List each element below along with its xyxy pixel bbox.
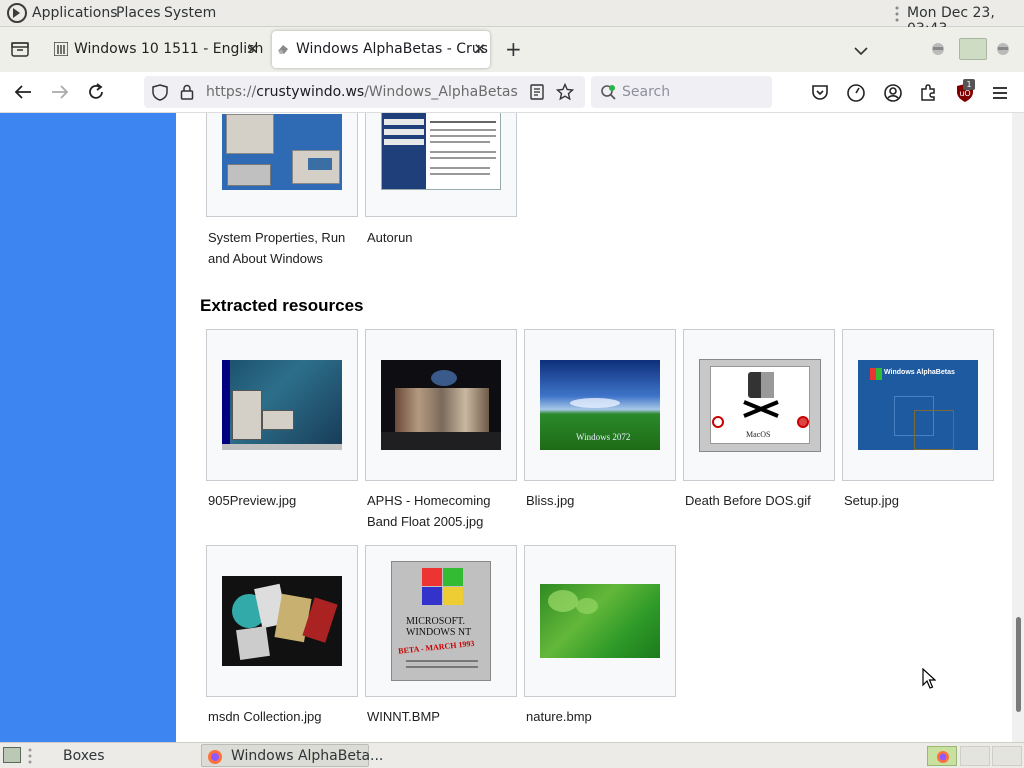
section-heading: Extracted resources [200, 296, 364, 315]
tab-title: Windows AlphaBetas - Crus [296, 41, 488, 57]
url-text[interactable]: https://crustywindo.ws/Windows_AlphaBeta… [206, 84, 518, 100]
window-control-icon[interactable] [930, 41, 946, 60]
gallery-caption: Autorun [367, 230, 413, 245]
setup-overlay-text: Windows AlphaBetas [884, 369, 955, 376]
tab-strip: Windows 10 1511 - English/F ✕ Windows Al… [0, 27, 1024, 72]
scrollbar-thumb[interactable] [1016, 617, 1021, 712]
msdn-collection-photo [222, 576, 342, 666]
ublock-badge-count: 1 [963, 79, 975, 90]
gallery-caption: nature.bmp [526, 709, 592, 724]
bottom-taskbar: Boxes Windows AlphaBeta... [0, 742, 1024, 768]
crustywindows-favicon-icon [278, 45, 288, 54]
bliss-overlay-text: Windows 2072 [576, 432, 631, 442]
workspace-switcher[interactable] [992, 746, 1022, 766]
left-sidebar-panel [0, 113, 176, 742]
gallery-caption: System Properties, Run and About Windows [208, 230, 346, 266]
gallery-thumb-autorun[interactable] [365, 113, 517, 217]
gallery-thumb-905preview[interactable] [206, 329, 358, 481]
bookmark-star-icon[interactable] [555, 82, 575, 105]
panel-handle-icon [895, 6, 899, 22]
lock-icon[interactable] [180, 84, 194, 104]
nature-image [540, 584, 660, 658]
autorun-screenshot [381, 113, 501, 190]
page-content[interactable]: System Properties, Run and About Windows… [0, 113, 1024, 742]
905preview-image [222, 360, 342, 450]
tab-windows-alphabetas[interactable]: Windows AlphaBetas - Crus ✕ [272, 31, 490, 68]
winnt-overlay-line: MICROSOFT. [406, 616, 465, 627]
navigation-toolbar: https://crustywindo.ws/Windows_AlphaBeta… [0, 72, 1024, 113]
winnt-overlay-line: WINDOWS NT [406, 627, 472, 638]
system-top-bar: Applications Places System Mon Dec 23, 0… [0, 0, 1024, 37]
winnt-overlay-line: BETA - MARCH 1993 [397, 638, 475, 656]
workspace-switcher[interactable] [960, 746, 990, 766]
firefox-icon [208, 750, 222, 764]
gallery-caption: Death Before DOS.gif [685, 493, 811, 508]
svg-text:uO: uO [959, 89, 970, 98]
system-properties-screenshot [222, 114, 342, 190]
tab-windows-10-1511[interactable]: Windows 10 1511 - English/F ✕ [50, 31, 263, 68]
gallery-thumb-bliss[interactable]: Windows 2072 [524, 329, 676, 481]
gallery-thumb-winnt-bmp[interactable]: MICROSOFT. WINDOWS NT BETA - MARCH 1993 [365, 545, 517, 697]
places-menu[interactable]: Places [116, 5, 161, 21]
extensions-puzzle-icon[interactable] [919, 83, 937, 105]
forward-icon[interactable] [51, 84, 69, 104]
reload-icon[interactable] [87, 83, 105, 105]
gallery-caption: APHS - Homecoming Band Float 2005.jpg [367, 493, 491, 529]
window-control-icon[interactable] [995, 41, 1011, 60]
firefox-icon [937, 751, 949, 763]
close-tab-icon[interactable]: ✕ [246, 31, 259, 68]
pocket-icon[interactable] [811, 84, 829, 105]
taskbar-item-firefox[interactable]: Windows AlphaBeta... [201, 744, 383, 767]
taskbar-item-label: Windows AlphaBeta... [231, 748, 384, 764]
workspace-switcher-active[interactable] [927, 746, 957, 766]
panel-handle-icon [28, 748, 32, 768]
tab-title: Windows 10 1511 - English/F [74, 41, 263, 57]
hamburger-menu-icon[interactable] [992, 85, 1008, 104]
death-before-dos-image: MacOS [699, 359, 821, 452]
mate-logo-icon[interactable] [7, 3, 27, 23]
gallery-thumb-aphs-band-float[interactable] [365, 329, 517, 481]
bliss-wallpaper-image: Windows 2072 [540, 360, 660, 450]
band-float-photo [381, 360, 501, 450]
winnt-splash-image: MICROSOFT. WINDOWS NT BETA - MARCH 1993 [391, 561, 491, 681]
gallery-caption: WINNT.BMP [367, 709, 440, 724]
applications-menu[interactable]: Applications [32, 5, 118, 21]
gallery-thumb-msdn-collection[interactable] [206, 545, 358, 697]
back-icon[interactable] [14, 84, 32, 104]
account-icon[interactable] [883, 83, 903, 107]
search-icon [600, 84, 617, 105]
gallery-caption: 905Preview.jpg [208, 493, 297, 508]
search-input[interactable]: Search [622, 84, 670, 100]
skull-crossbones-icon [743, 372, 779, 418]
taskbar-item-boxes[interactable]: Boxes [63, 748, 105, 764]
system-menu[interactable]: System [164, 5, 216, 21]
gallery-thumb-setup[interactable]: Windows AlphaBetas [842, 329, 994, 481]
death-before-dos-overlay-text: MacOS [746, 430, 771, 439]
gallery-caption: Bliss.jpg [526, 493, 575, 508]
gallery-thumb-death-before-dos[interactable]: MacOS [683, 329, 835, 481]
mouse-pointer-icon [922, 668, 936, 689]
setup-image: Windows AlphaBetas [858, 360, 978, 450]
search-bar[interactable]: Search [591, 76, 772, 108]
performance-gauge-icon[interactable] [846, 83, 866, 107]
gallery-caption: Setup.jpg [844, 493, 899, 508]
new-tab-icon[interactable]: + [505, 39, 522, 59]
tracking-protection-shield-icon[interactable] [152, 84, 168, 105]
show-desktop-icon[interactable] [3, 747, 21, 763]
window-thumbnail-icon[interactable] [959, 38, 987, 60]
reader-view-icon[interactable] [530, 84, 544, 104]
gallery-caption: msdn Collection.jpg [208, 709, 322, 724]
list-all-tabs-icon[interactable] [854, 41, 868, 60]
gallery-thumb-nature-bmp[interactable] [524, 545, 676, 697]
firefox-view-icon[interactable] [11, 40, 29, 62]
gallery-thumb-system-properties[interactable] [206, 113, 358, 217]
close-tab-icon[interactable]: ✕ [473, 31, 486, 68]
address-bar[interactable]: https://crustywindo.ws/Windows_AlphaBeta… [144, 76, 585, 108]
wikipedia-favicon-icon [54, 42, 68, 56]
